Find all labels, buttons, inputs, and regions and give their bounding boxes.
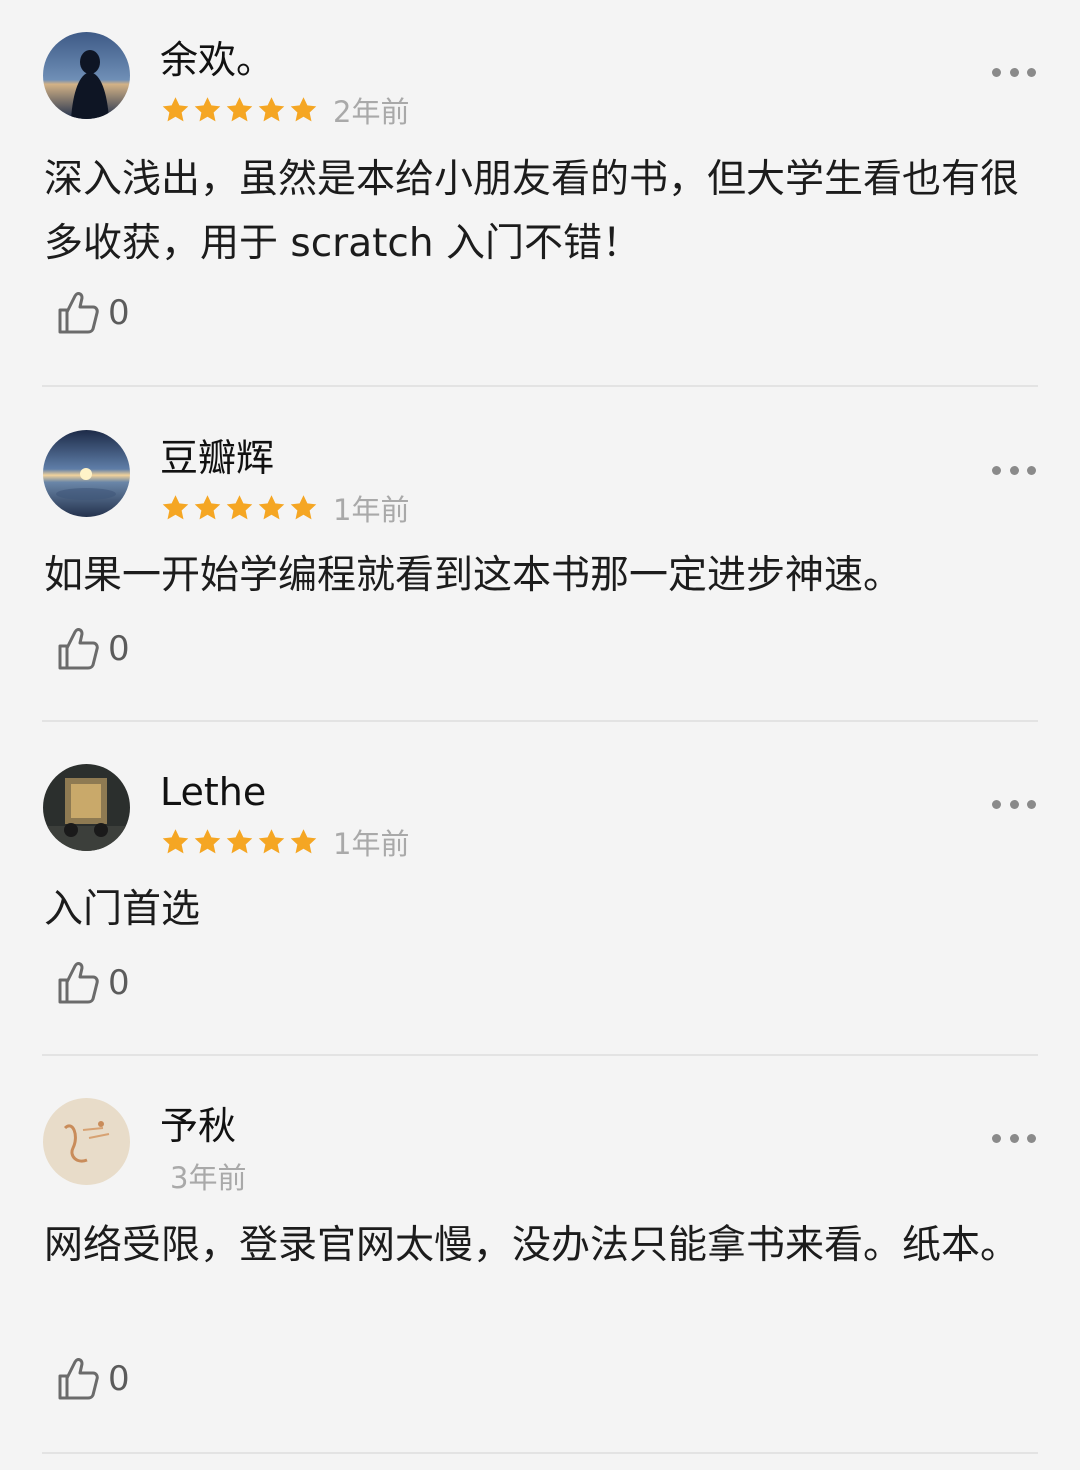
review-time: 3年前 (170, 1161, 247, 1195)
username[interactable]: 余欢。 (160, 36, 274, 84)
star-icon (194, 97, 221, 122)
star-icon (290, 97, 317, 122)
username[interactable]: 豆瓣辉 (160, 434, 274, 482)
star-icon (162, 495, 189, 520)
review-text: 入门首选 (44, 887, 201, 932)
star-icon (258, 495, 285, 520)
review-meta: 3年前 (160, 1156, 246, 1196)
star-icon (258, 829, 285, 854)
like-count: 0 (108, 629, 130, 669)
avatar[interactable] (43, 764, 130, 851)
review-text: 深入浅出，虽然是本给小朋友看的书，但大学生看也有很多收获，用于 scratch … (44, 157, 1020, 266)
star-icon (290, 829, 317, 854)
review-time: 1年前 (333, 493, 410, 527)
rating-stars (160, 95, 319, 125)
star-icon (194, 495, 221, 520)
review-text: 网络受限，登录官网太慢，没办法只能拿书来看。纸本。 (44, 1223, 1020, 1268)
star-icon (226, 97, 253, 122)
like-button[interactable]: 0 (56, 626, 130, 672)
star-icon (226, 829, 253, 854)
more-options-icon[interactable] (992, 794, 1036, 814)
divider (42, 385, 1038, 387)
rating-stars (160, 493, 319, 523)
review-time: 1年前 (333, 827, 410, 861)
review-meta: 1年前 (160, 822, 409, 862)
like-button[interactable]: 0 (56, 290, 130, 336)
review-meta: 1年前 (160, 488, 409, 528)
star-icon (162, 829, 189, 854)
review-list: 余欢。 2年前 深入浅出，虽然是本给小朋友看的书，但大学生看也有很多收获，用于 … (0, 0, 1080, 1470)
star-icon (194, 829, 221, 854)
more-options-icon[interactable] (992, 1128, 1036, 1148)
review-item: Lethe 1年前 入门首选 0 (0, 764, 1080, 1054)
rating-stars (160, 827, 319, 857)
star-icon (258, 97, 285, 122)
thumbs-up-icon (58, 628, 99, 670)
divider (42, 1054, 1038, 1056)
thumbs-up-icon (58, 1358, 99, 1400)
avatar[interactable] (43, 1098, 130, 1185)
review-meta: 2年前 (160, 90, 409, 130)
star-icon (226, 495, 253, 520)
avatar[interactable] (43, 32, 130, 119)
more-options-icon[interactable] (992, 62, 1036, 82)
review-item: 余欢。 2年前 深入浅出，虽然是本给小朋友看的书，但大学生看也有很多收获，用于 … (0, 32, 1080, 388)
divider (42, 1452, 1038, 1454)
username[interactable]: 予秋 (160, 1102, 236, 1150)
like-count: 0 (108, 963, 130, 1003)
review-time: 2年前 (333, 95, 410, 129)
review-item: 予秋 3年前 网络受限，登录官网太慢，没办法只能拿书来看。纸本。 0 (0, 1098, 1080, 1454)
like-count: 0 (108, 1359, 130, 1399)
divider (42, 720, 1038, 722)
review-text: 如果一开始学编程就看到这本书那一定进步神速。 (44, 553, 903, 598)
star-icon (290, 495, 317, 520)
star-icon (162, 97, 189, 122)
username[interactable]: Lethe (160, 768, 266, 816)
like-count: 0 (108, 293, 130, 333)
like-button[interactable]: 0 (56, 960, 130, 1006)
review-item: 豆瓣辉 1年前 如果一开始学编程就看到这本书那一定进步神速。 0 (0, 430, 1080, 720)
avatar[interactable] (43, 430, 130, 517)
like-button[interactable]: 0 (56, 1356, 130, 1402)
thumbs-up-icon (58, 962, 99, 1004)
thumbs-up-icon (58, 292, 99, 334)
more-options-icon[interactable] (992, 460, 1036, 480)
